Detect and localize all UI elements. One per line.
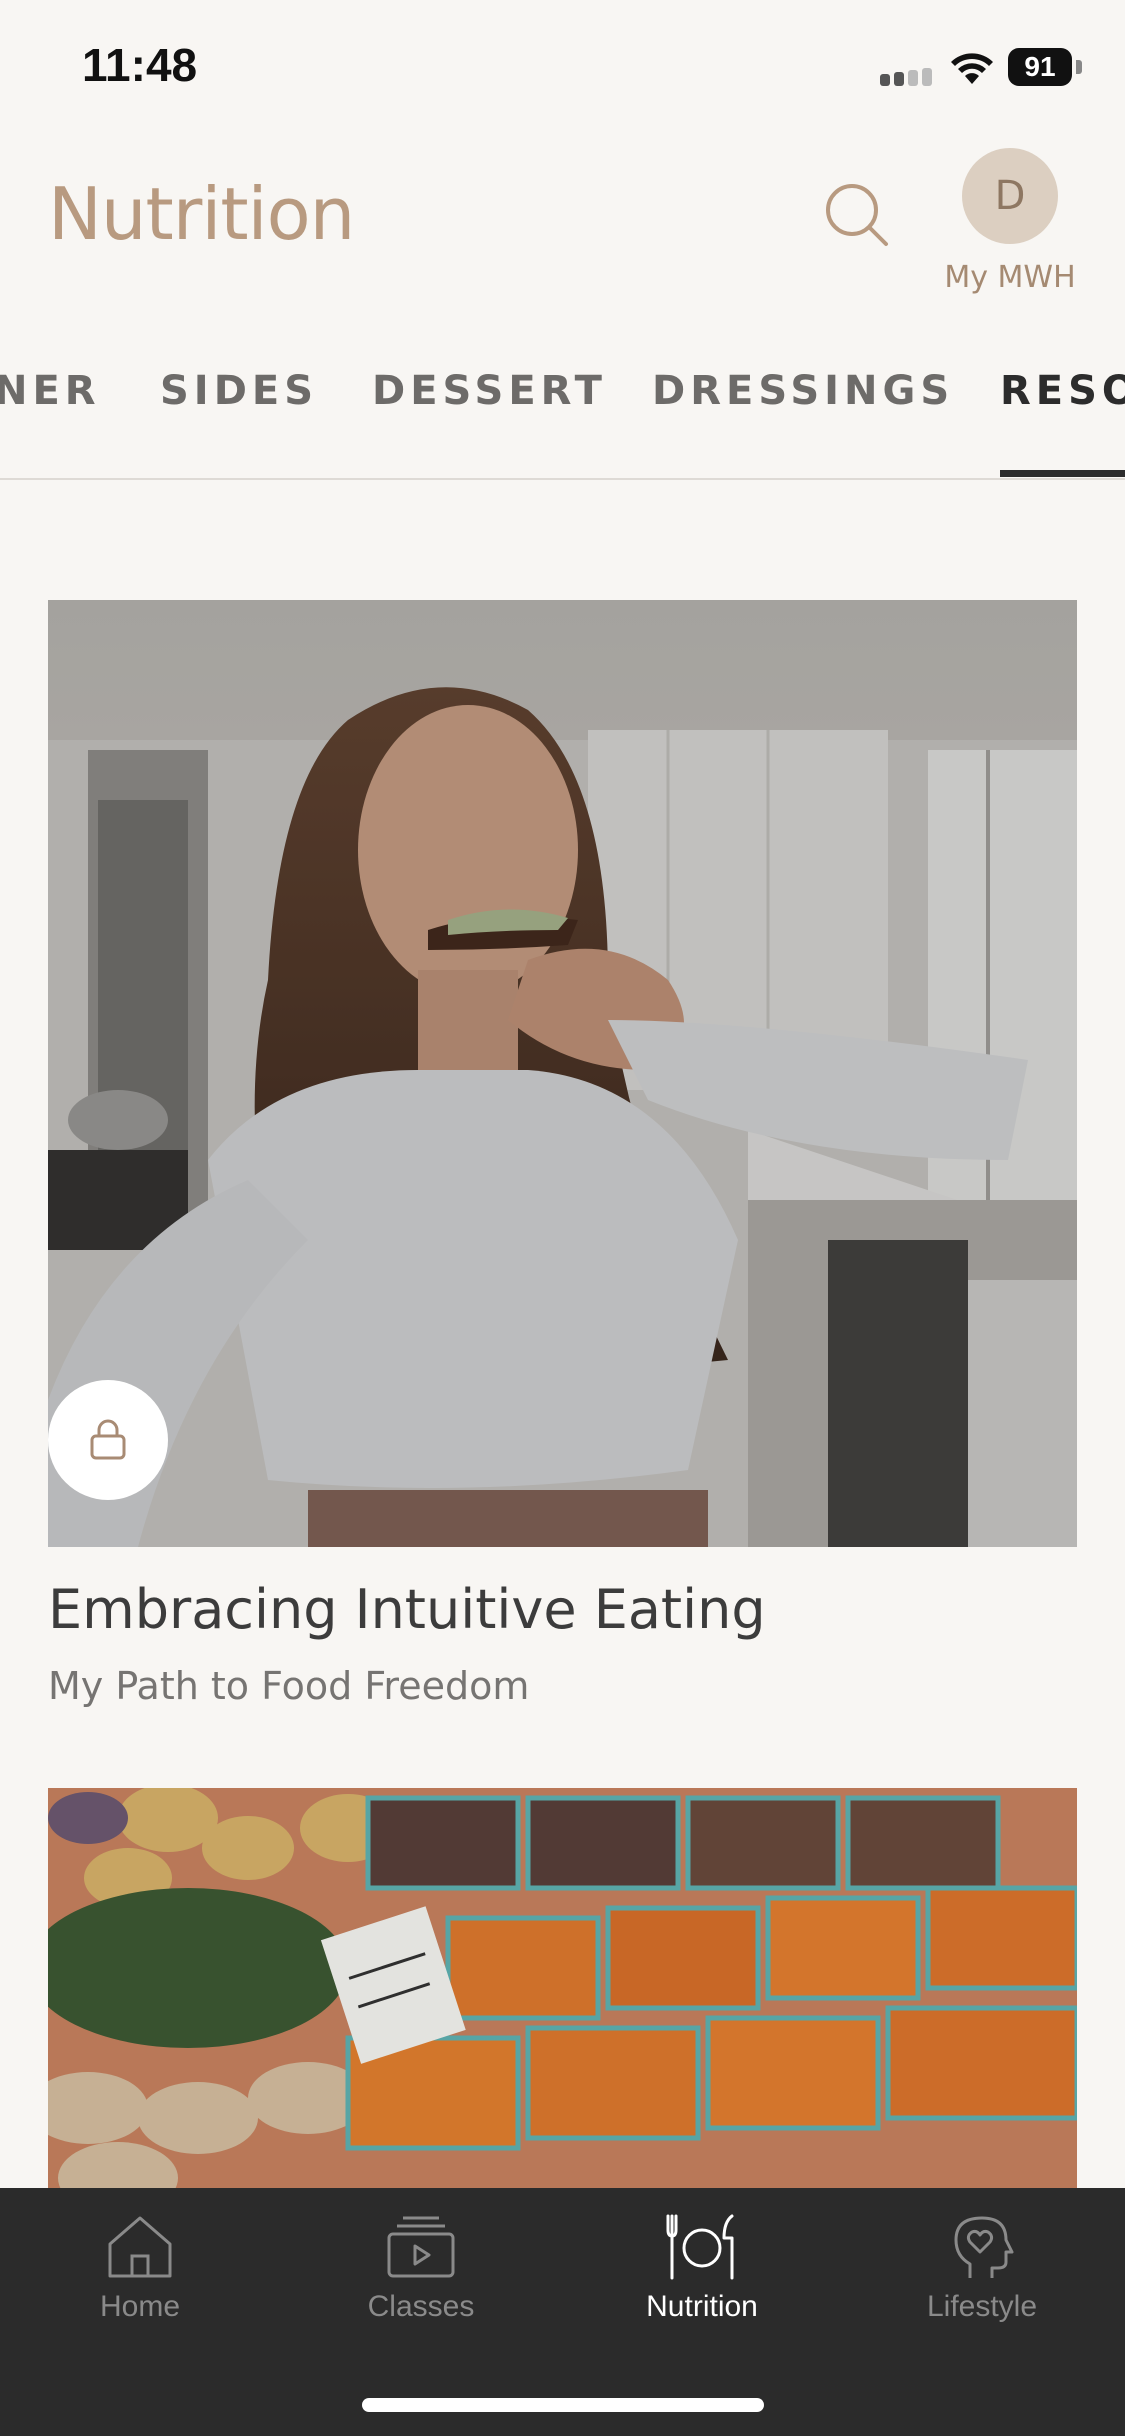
nav-lifestyle-label: Lifestyle (926, 2290, 1038, 2323)
avatar[interactable]: D (962, 148, 1058, 244)
wifi-icon (951, 53, 993, 84)
page-title: Nutrition (48, 172, 355, 256)
lock-icon (90, 1419, 126, 1460)
home-indicator[interactable] (362, 2398, 764, 2412)
card-image-intuitive-eating[interactable] (48, 600, 1077, 1547)
nav-nutrition-label: Nutrition (646, 2290, 758, 2323)
active-tab-indicator (1000, 470, 1125, 477)
tab-dinner[interactable]: NER (0, 368, 101, 414)
card-title[interactable]: Embracing Intuitive Eating (48, 1578, 766, 1641)
nav-lifestyle[interactable]: Lifestyle (882, 2212, 1082, 2324)
card-subtitle: My Path to Food Freedom (48, 1664, 530, 1708)
nav-classes-label: Classes (367, 2290, 475, 2323)
signal-icon (880, 66, 934, 86)
category-tabs: NER SIDES DESSERT DRESSINGS RESO (0, 360, 1125, 480)
classes-icon (387, 2216, 455, 2278)
nav-home[interactable]: Home (40, 2212, 240, 2324)
plate-icon (666, 2214, 734, 2280)
nav-nutrition[interactable]: Nutrition (602, 2212, 802, 2324)
tab-resources[interactable]: RESO (1000, 368, 1125, 414)
card-image-farmers-market[interactable] (48, 1788, 1077, 2188)
head-heart-icon (954, 2216, 1014, 2278)
tab-dressings[interactable]: DRESSINGS (652, 368, 954, 414)
search-icon (826, 184, 888, 246)
tab-dessert[interactable]: DESSERT (372, 368, 607, 414)
status-time: 11:48 (82, 39, 198, 91)
status-bar: 11:48 91 (0, 0, 1125, 135)
nav-home-label: Home (99, 2290, 181, 2323)
tab-sides[interactable]: SIDES (160, 368, 318, 414)
avatar-label[interactable]: My MWH (930, 260, 1090, 295)
home-icon (108, 2216, 172, 2278)
battery-icon: 91 (1008, 48, 1072, 86)
search-button[interactable] (822, 180, 892, 250)
battery-tip (1076, 60, 1082, 74)
lock-button[interactable] (48, 1380, 168, 1500)
nav-classes[interactable]: Classes (321, 2212, 521, 2324)
